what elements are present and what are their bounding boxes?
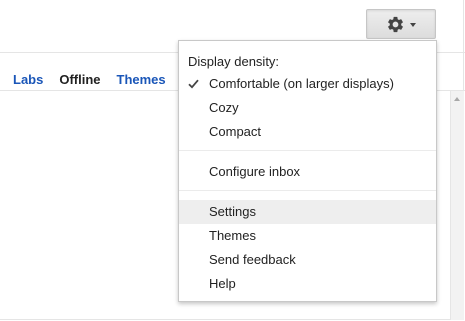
menu-item-label: Configure inbox (209, 164, 301, 179)
scroll-up-arrow-icon[interactable] (454, 97, 460, 101)
settings-gear-button[interactable] (366, 9, 436, 39)
menu-separator (179, 190, 436, 191)
tab-offline[interactable]: Offline (59, 72, 100, 90)
menu-item-label: Cozy (209, 100, 239, 115)
menu-separator (179, 150, 436, 151)
settings-tabs: Labs Offline Themes (13, 72, 182, 90)
checkmark-icon (188, 79, 199, 89)
settings-dropdown-menu: Display density: Comfortable (on larger … (178, 40, 437, 302)
menu-item-label: Compact (209, 124, 262, 139)
menu-item-send-feedback[interactable]: Send feedback (179, 248, 436, 272)
menu-item-configure-inbox[interactable]: Configure inbox (179, 160, 436, 184)
gear-icon (388, 16, 403, 32)
menu-item-themes[interactable]: Themes (179, 224, 436, 248)
menu-item-help[interactable]: Help (179, 272, 436, 296)
scrollbar[interactable] (450, 91, 464, 320)
menu-item-cozy[interactable]: Cozy (179, 96, 436, 120)
menu-item-label: Settings (209, 204, 256, 219)
menu-item-label: Comfortable (on larger displays) (209, 76, 394, 91)
menu-item-settings[interactable]: Settings (179, 200, 436, 224)
menu-item-label: Send feedback (209, 252, 296, 267)
chevron-down-icon (410, 23, 416, 27)
display-density-heading: Display density: (188, 54, 280, 69)
menu-item-label: Themes (209, 228, 256, 243)
tab-labs[interactable]: Labs (13, 72, 43, 90)
menu-item-compact[interactable]: Compact (179, 120, 436, 144)
menu-item-comfortable[interactable]: Comfortable (on larger displays) (179, 72, 436, 96)
menu-item-label: Help (209, 276, 236, 291)
tab-themes[interactable]: Themes (117, 72, 166, 90)
